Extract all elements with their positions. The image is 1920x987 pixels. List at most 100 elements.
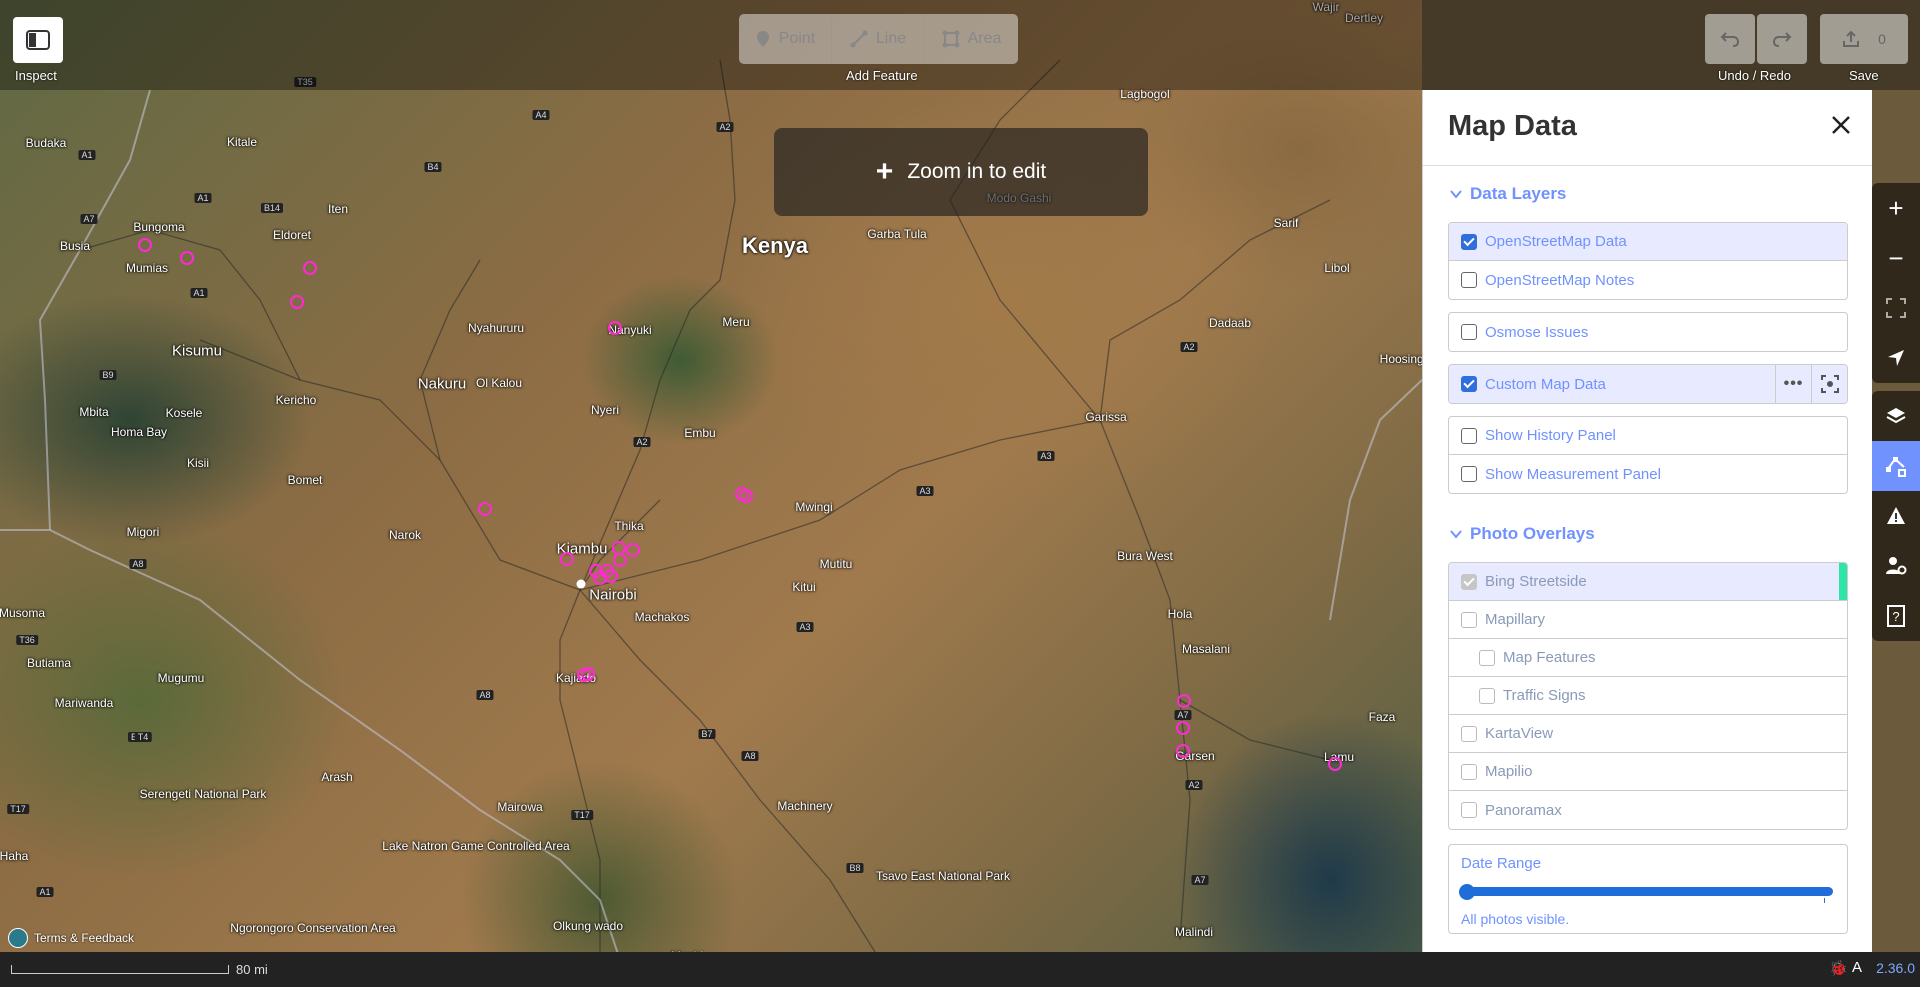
- road-shield: A2: [1180, 342, 1198, 352]
- map-note-marker[interactable]: [303, 261, 317, 275]
- add-point-button[interactable]: Point: [739, 14, 832, 64]
- map-note-marker[interactable]: [290, 295, 304, 309]
- zoom-in-button[interactable]: +: [1872, 183, 1920, 233]
- sidebar-toggle-icon: [26, 30, 50, 50]
- layer-item-custom-data[interactable]: Custom Map Data •••: [1449, 365, 1847, 403]
- map-place-label: Ngorongoro Conservation Area: [230, 921, 396, 935]
- custom-data-options-button[interactable]: •••: [1775, 365, 1811, 403]
- map-place-label: Faza: [1368, 710, 1396, 724]
- inspect-button[interactable]: [13, 17, 63, 63]
- geolocate-button[interactable]: [1872, 333, 1920, 383]
- checkbox-osm-notes[interactable]: [1461, 272, 1477, 288]
- translate-icon[interactable]: A: [1852, 959, 1862, 977]
- map-note-marker[interactable]: [604, 569, 618, 583]
- layer-item-mapillary[interactable]: Mapillary: [1449, 601, 1847, 639]
- data-layers-toggle[interactable]: Data Layers: [1423, 182, 1872, 206]
- issues-pane-button[interactable]: [1872, 491, 1920, 541]
- zoom-out-button[interactable]: −: [1872, 233, 1920, 283]
- layer-label: Custom Map Data: [1485, 375, 1606, 393]
- scale-label: 80 mi: [236, 962, 268, 977]
- map-note-marker[interactable]: [608, 321, 622, 335]
- map-note-marker[interactable]: [739, 489, 753, 503]
- checkbox-custom-data[interactable]: [1461, 376, 1477, 392]
- checkbox-bing-streetside[interactable]: [1461, 573, 1477, 590]
- date-range-handle[interactable]: [1459, 884, 1475, 900]
- map-place-label: Kericho: [275, 393, 317, 407]
- map-note-marker[interactable]: [180, 251, 194, 265]
- layer-item-measurement-panel[interactable]: Show Measurement Panel: [1449, 455, 1847, 493]
- terms-feedback-link[interactable]: Terms & Feedback: [8, 928, 134, 948]
- checkbox-osmose[interactable]: [1461, 324, 1477, 340]
- map-note-marker[interactable]: [1328, 757, 1342, 771]
- checkbox-mapilio[interactable]: [1461, 763, 1477, 780]
- zoom-to-data-button[interactable]: [1872, 283, 1920, 333]
- layer-item-map-features[interactable]: Map Features: [1449, 639, 1847, 677]
- map-note-marker[interactable]: [626, 543, 640, 557]
- redo-button[interactable]: [1757, 14, 1807, 64]
- map-place-label: Bomet: [287, 473, 323, 487]
- save-button[interactable]: 0: [1820, 14, 1908, 64]
- layer-label: Show History Panel: [1485, 427, 1616, 444]
- checkbox-mapillary[interactable]: [1461, 611, 1477, 628]
- add-point-label: Point: [778, 30, 816, 47]
- zoom-in-to-edit-label: Zoom in to edit: [907, 160, 1047, 183]
- layer-item-osm-data[interactable]: OpenStreetMap Data: [1449, 223, 1847, 261]
- checkbox-map-features[interactable]: [1479, 649, 1495, 666]
- map-note-marker[interactable]: [478, 502, 492, 516]
- road-shield: A8: [476, 690, 494, 700]
- help-pane-button[interactable]: ?: [1872, 591, 1920, 641]
- map-note-marker[interactable]: [138, 238, 152, 252]
- background-pane-button[interactable]: [1872, 391, 1920, 441]
- add-line-label: Line: [875, 30, 907, 47]
- map-note-marker[interactable]: [613, 553, 627, 567]
- checkbox-osm-data[interactable]: [1461, 233, 1477, 250]
- map-note-marker[interactable]: [612, 541, 626, 555]
- map-note-marker[interactable]: [1176, 721, 1190, 735]
- checkbox-measurement-panel[interactable]: [1461, 466, 1477, 482]
- road-shield: A3: [1037, 451, 1055, 461]
- chevron-down-icon: [1450, 190, 1462, 199]
- version-label[interactable]: 2.36.0: [1876, 960, 1915, 976]
- layer-item-traffic-signs[interactable]: Traffic Signs: [1449, 677, 1847, 715]
- add-line-button[interactable]: Line: [832, 14, 925, 64]
- inspect-label: Inspect: [15, 68, 57, 83]
- layer-label: OpenStreetMap Data: [1485, 233, 1627, 250]
- bug-icon[interactable]: 🐞: [1829, 959, 1848, 977]
- svg-text:?: ?: [1892, 609, 1899, 624]
- checkbox-history-panel[interactable]: [1461, 427, 1477, 444]
- layer-item-osm-notes[interactable]: OpenStreetMap Notes: [1449, 261, 1847, 299]
- layer-label: KartaView: [1485, 725, 1554, 742]
- checkbox-traffic-signs[interactable]: [1479, 687, 1495, 704]
- preferences-pane-button[interactable]: [1872, 541, 1920, 591]
- map-place-label: Mariwanda: [54, 696, 114, 710]
- map-note-marker[interactable]: [560, 552, 574, 566]
- zoom-in-to-edit-button[interactable]: + Zoom in to edit: [774, 128, 1148, 216]
- add-area-button[interactable]: Area: [925, 14, 1018, 64]
- map-place-label: Malindi: [1174, 925, 1214, 939]
- date-range-slider[interactable]: [1463, 887, 1833, 896]
- custom-data-zoom-button[interactable]: [1811, 365, 1847, 403]
- layer-item-kartaview[interactable]: KartaView: [1449, 715, 1847, 753]
- road-shield: A2: [1185, 780, 1203, 790]
- checkbox-panoramax[interactable]: [1461, 802, 1477, 818]
- map-canvas[interactable]: Kenya Kisumu Nakuru Nairobi Kiambu Garissa Mal…: [0, 0, 1422, 987]
- layer-item-history-panel[interactable]: Show History Panel: [1449, 417, 1847, 455]
- map-place-label: Kenya: [741, 233, 809, 258]
- close-button[interactable]: [1826, 110, 1856, 140]
- map-data-pane-button[interactable]: [1872, 441, 1920, 491]
- map-note-marker[interactable]: [581, 667, 595, 681]
- layer-item-bing-streetside[interactable]: Bing Streetside: [1449, 563, 1847, 601]
- layer-item-panoramax[interactable]: Panoramax: [1449, 791, 1847, 829]
- scale-bar[interactable]: [11, 965, 229, 974]
- checkbox-kartaview[interactable]: [1461, 725, 1477, 742]
- map-note-marker[interactable]: [1176, 744, 1190, 758]
- upload-icon: [1843, 30, 1860, 47]
- layer-item-osmose[interactable]: Osmose Issues: [1449, 313, 1847, 351]
- map-note-marker[interactable]: [1177, 694, 1191, 708]
- layer-item-mapilio[interactable]: Mapilio: [1449, 753, 1847, 791]
- undo-button[interactable]: [1705, 14, 1755, 64]
- panel-title: Map Data: [1448, 110, 1577, 142]
- map-place-label: Bura West: [1117, 549, 1173, 563]
- photo-overlays-toggle[interactable]: Photo Overlays: [1423, 522, 1872, 546]
- date-range-label: Date Range: [1461, 855, 1542, 872]
